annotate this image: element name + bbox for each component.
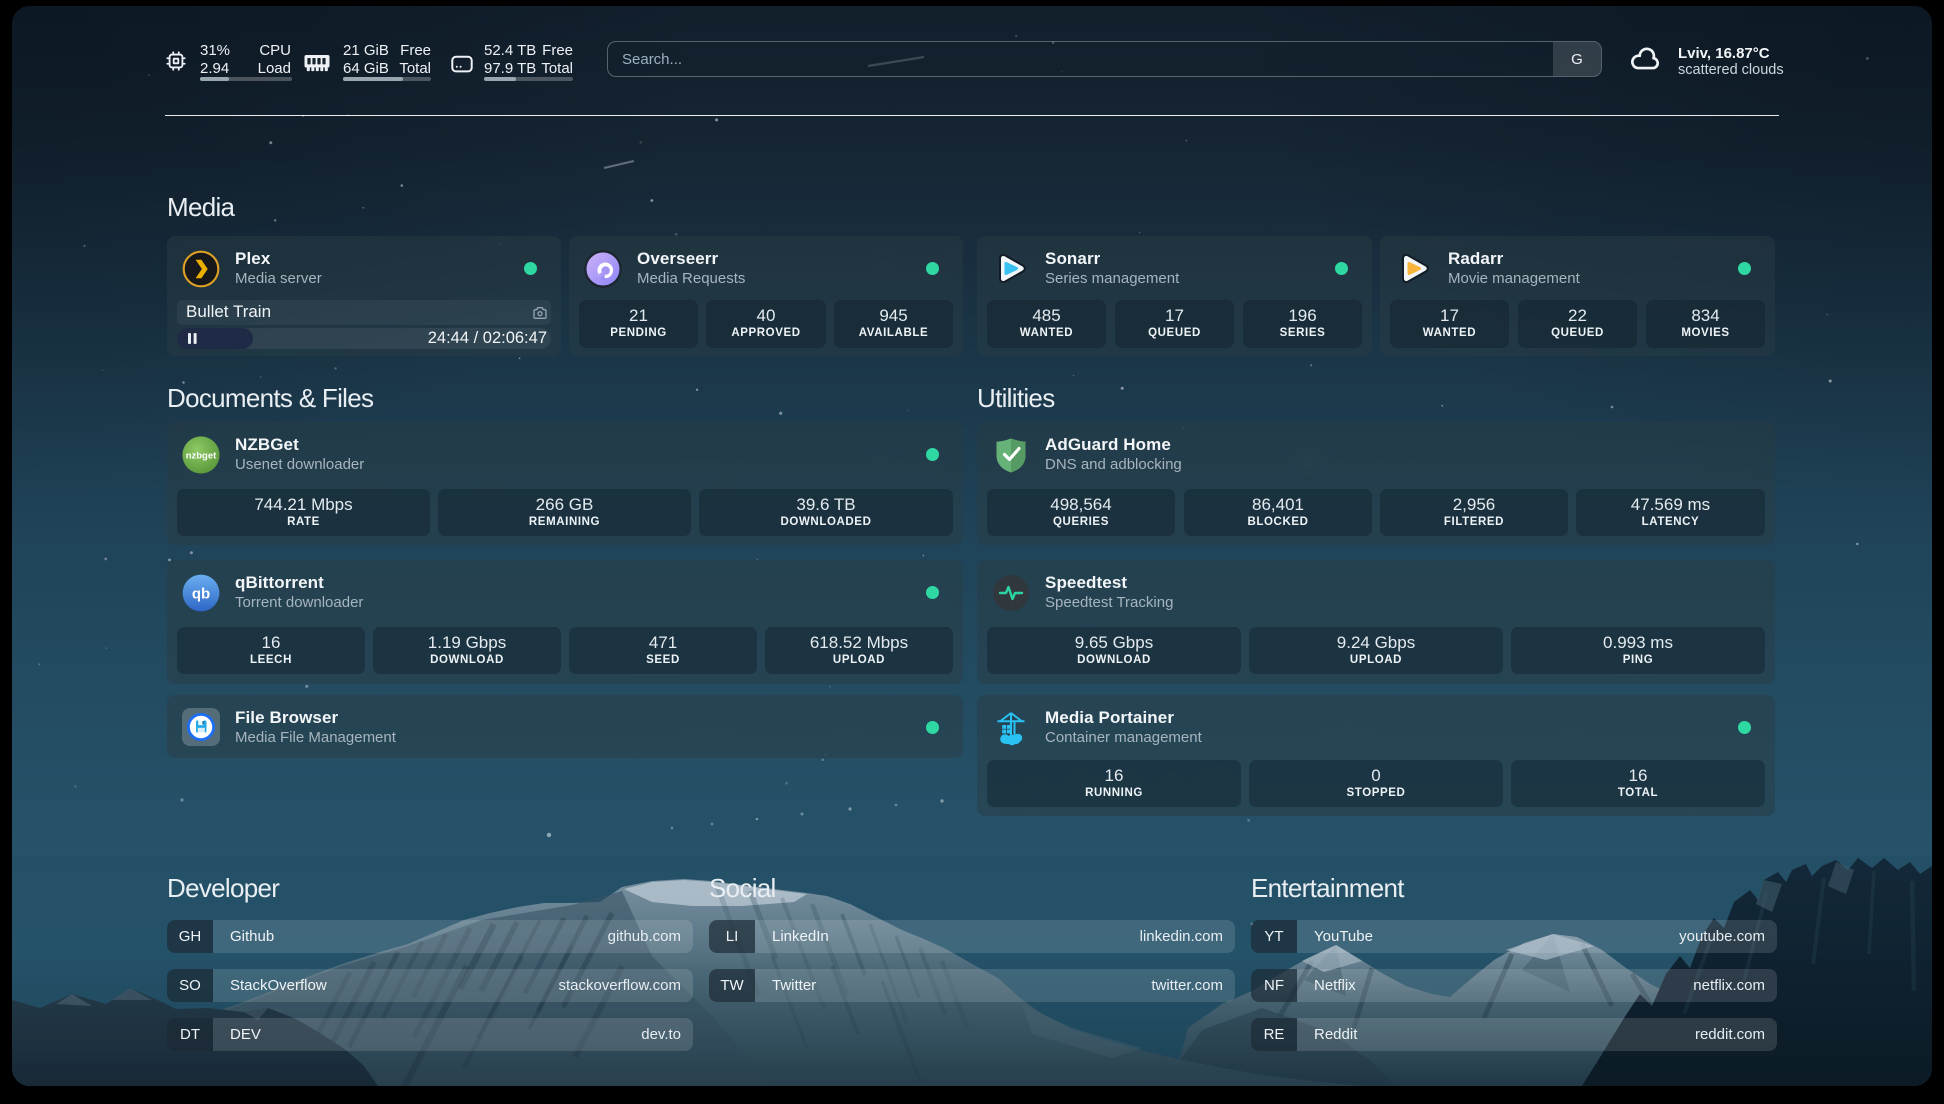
- svg-text:nzbget: nzbget: [186, 451, 217, 462]
- svg-text:qb: qb: [192, 586, 210, 603]
